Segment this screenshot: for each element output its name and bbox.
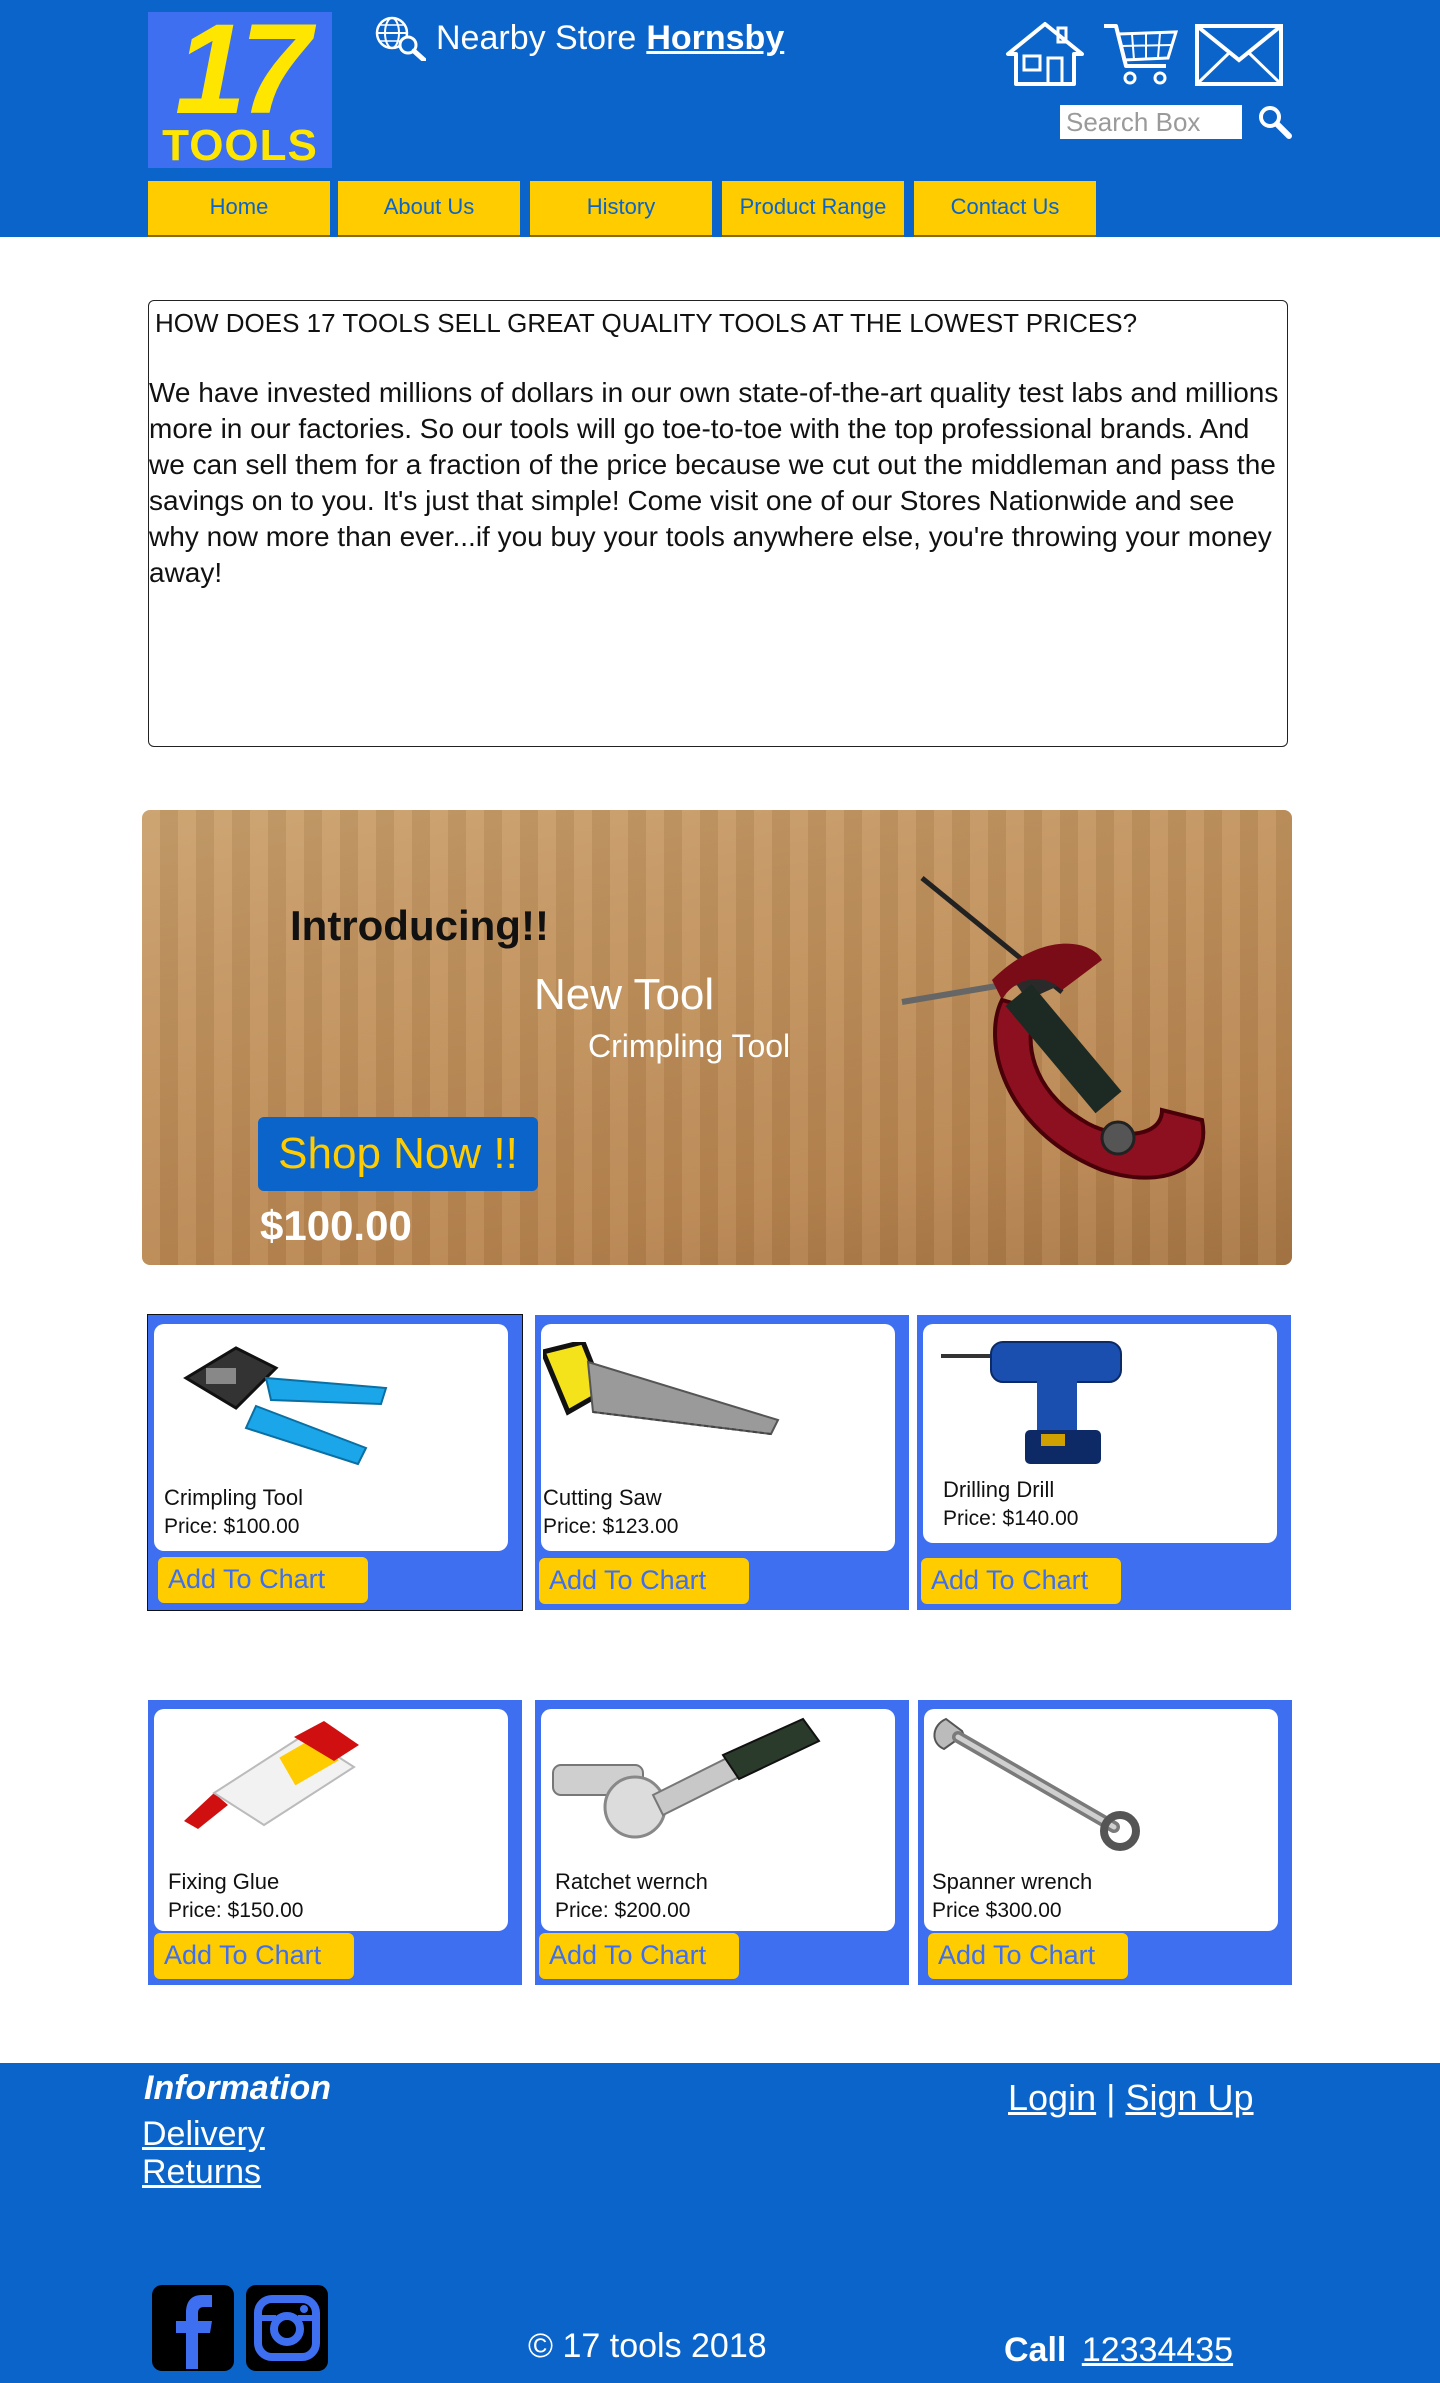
intro-textbox: HOW DOES 17 TOOLS SELL GREAT QUALITY TOO… xyxy=(148,300,1288,747)
product-card: Ratchet wernch Price: $200.00 Add To Cha… xyxy=(535,1700,909,1985)
product-name: Spanner wrench xyxy=(932,1869,1093,1894)
product-image-panel: Fixing Glue Price: $150.00 xyxy=(154,1709,508,1931)
product-image-panel: Ratchet wernch Price: $200.00 xyxy=(541,1709,895,1931)
product-price: Price: $200.00 xyxy=(555,1899,691,1922)
product-card: Fixing Glue Price: $150.00 Add To Chart xyxy=(148,1700,522,1985)
nearby-label: Nearby Store xyxy=(436,18,637,57)
nearby-store-link[interactable]: Hornsby xyxy=(646,19,784,58)
intro-question: HOW DOES 17 TOOLS SELL GREAT QUALITY TOO… xyxy=(155,308,1138,338)
product-card: Drilling Drill Price: $140.00 Add To Cha… xyxy=(917,1315,1291,1610)
facebook-icon[interactable] xyxy=(152,2285,234,2371)
product-card: Crimpling Tool Price: $100.00 Add To Cha… xyxy=(147,1314,523,1611)
product-name: Drilling Drill xyxy=(943,1477,1055,1502)
phone-link[interactable]: 12334435 xyxy=(1082,2331,1233,2369)
intro-body: We have invested millions of dollars in … xyxy=(149,377,1279,588)
call-label: Call xyxy=(1004,2331,1067,2369)
add-to-cart-button[interactable]: Add To Chart xyxy=(539,1558,749,1604)
product-price: Price $300.00 xyxy=(932,1899,1062,1922)
main-nav: Home About Us History Product Range Cont… xyxy=(148,181,1106,237)
spanner-wrench-image xyxy=(933,1717,1140,1851)
instagram-icon[interactable] xyxy=(246,2285,328,2371)
hero-heading: Introducing!! xyxy=(290,902,549,949)
product-image-panel: Spanner wrench Price $300.00 xyxy=(924,1709,1278,1931)
hero-banner: Introducing!! New Tool Crimpling Tool Sh… xyxy=(142,810,1292,1265)
auth-separator: | xyxy=(1106,2077,1116,2118)
auth-links: Login | Sign Up xyxy=(1008,2077,1254,2119)
footer-link-returns[interactable]: Returns xyxy=(142,2153,261,2192)
hand-saw-image xyxy=(543,1342,780,1436)
product-image-panel: Cutting Saw Price: $123.00 xyxy=(541,1324,895,1551)
product-card: Spanner wrench Price $300.00 Add To Char… xyxy=(918,1700,1292,1985)
logo-word: TOOLS xyxy=(162,121,318,170)
product-image-panel: Crimpling Tool Price: $100.00 xyxy=(154,1324,508,1551)
site-footer: Information Delivery Returns Login | Sig… xyxy=(0,2063,1440,2383)
nav-contact-us[interactable]: Contact Us xyxy=(914,181,1096,237)
search-input[interactable] xyxy=(1060,105,1242,139)
home-icon[interactable] xyxy=(1004,20,1086,88)
hero-price: $100.00 xyxy=(260,1202,412,1249)
product-name: Crimpling Tool xyxy=(164,1485,303,1510)
nearby-store: Nearby Store Hornsby xyxy=(374,14,784,62)
hero-subheading: New Tool xyxy=(534,970,715,1019)
shopping-cart-icon[interactable] xyxy=(1102,20,1178,88)
mail-icon[interactable] xyxy=(1194,20,1284,88)
glue-bottle-image xyxy=(184,1721,359,1829)
site-header: 17 TOOLS Nearby Store Hornsby Search Box… xyxy=(0,0,1440,237)
product-price: Price: $123.00 xyxy=(543,1515,679,1538)
login-link[interactable]: Login xyxy=(1008,2077,1096,2118)
product-name: Ratchet wernch xyxy=(555,1869,708,1894)
footer-link-delivery[interactable]: Delivery xyxy=(142,2115,265,2154)
logo-number: 17 xyxy=(174,0,311,141)
add-to-cart-button[interactable]: Add To Chart xyxy=(921,1558,1121,1604)
ratchet-wrench-image xyxy=(552,1717,821,1839)
header-icons xyxy=(1004,20,1284,88)
shop-now-button[interactable]: Shop Now !! xyxy=(258,1117,538,1191)
footer-info-title: Information xyxy=(144,2069,331,2107)
add-to-cart-button[interactable]: Add To Chart xyxy=(158,1557,368,1603)
product-price: Price: $150.00 xyxy=(168,1899,304,1922)
add-to-cart-button[interactable]: Add To Chart xyxy=(539,1933,739,1979)
nav-product-range[interactable]: Product Range xyxy=(722,181,904,237)
cordless-drill-image xyxy=(941,1341,1122,1464)
nav-history[interactable]: History xyxy=(530,181,712,237)
signup-link[interactable]: Sign Up xyxy=(1125,2077,1253,2118)
product-name: Fixing Glue xyxy=(168,1869,280,1894)
hero-product-name: Crimpling Tool xyxy=(588,1028,791,1064)
search-bar xyxy=(1060,104,1292,140)
add-to-cart-button[interactable]: Add To Chart xyxy=(928,1933,1128,1979)
globe-search-icon xyxy=(375,16,426,61)
product-price: Price: $140.00 xyxy=(943,1507,1079,1530)
call-info: Call 12334435 xyxy=(1004,2331,1233,2370)
search-icon[interactable] xyxy=(1256,104,1292,140)
c-clamp-image xyxy=(901,876,1206,1180)
nav-home[interactable]: Home xyxy=(148,181,330,237)
crimping-tool-image xyxy=(183,1346,388,1466)
product-name: Cutting Saw xyxy=(543,1485,662,1510)
product-card: Cutting Saw Price: $123.00 Add To Chart xyxy=(535,1315,909,1610)
site-logo[interactable]: 17 TOOLS xyxy=(148,6,332,170)
product-price: Price: $100.00 xyxy=(164,1515,300,1538)
copyright-text: © 17 tools 2018 xyxy=(528,2327,767,2365)
nav-about-us[interactable]: About Us xyxy=(338,181,520,237)
add-to-cart-button[interactable]: Add To Chart xyxy=(154,1933,354,1979)
product-image-panel: Drilling Drill Price: $140.00 xyxy=(923,1324,1277,1543)
